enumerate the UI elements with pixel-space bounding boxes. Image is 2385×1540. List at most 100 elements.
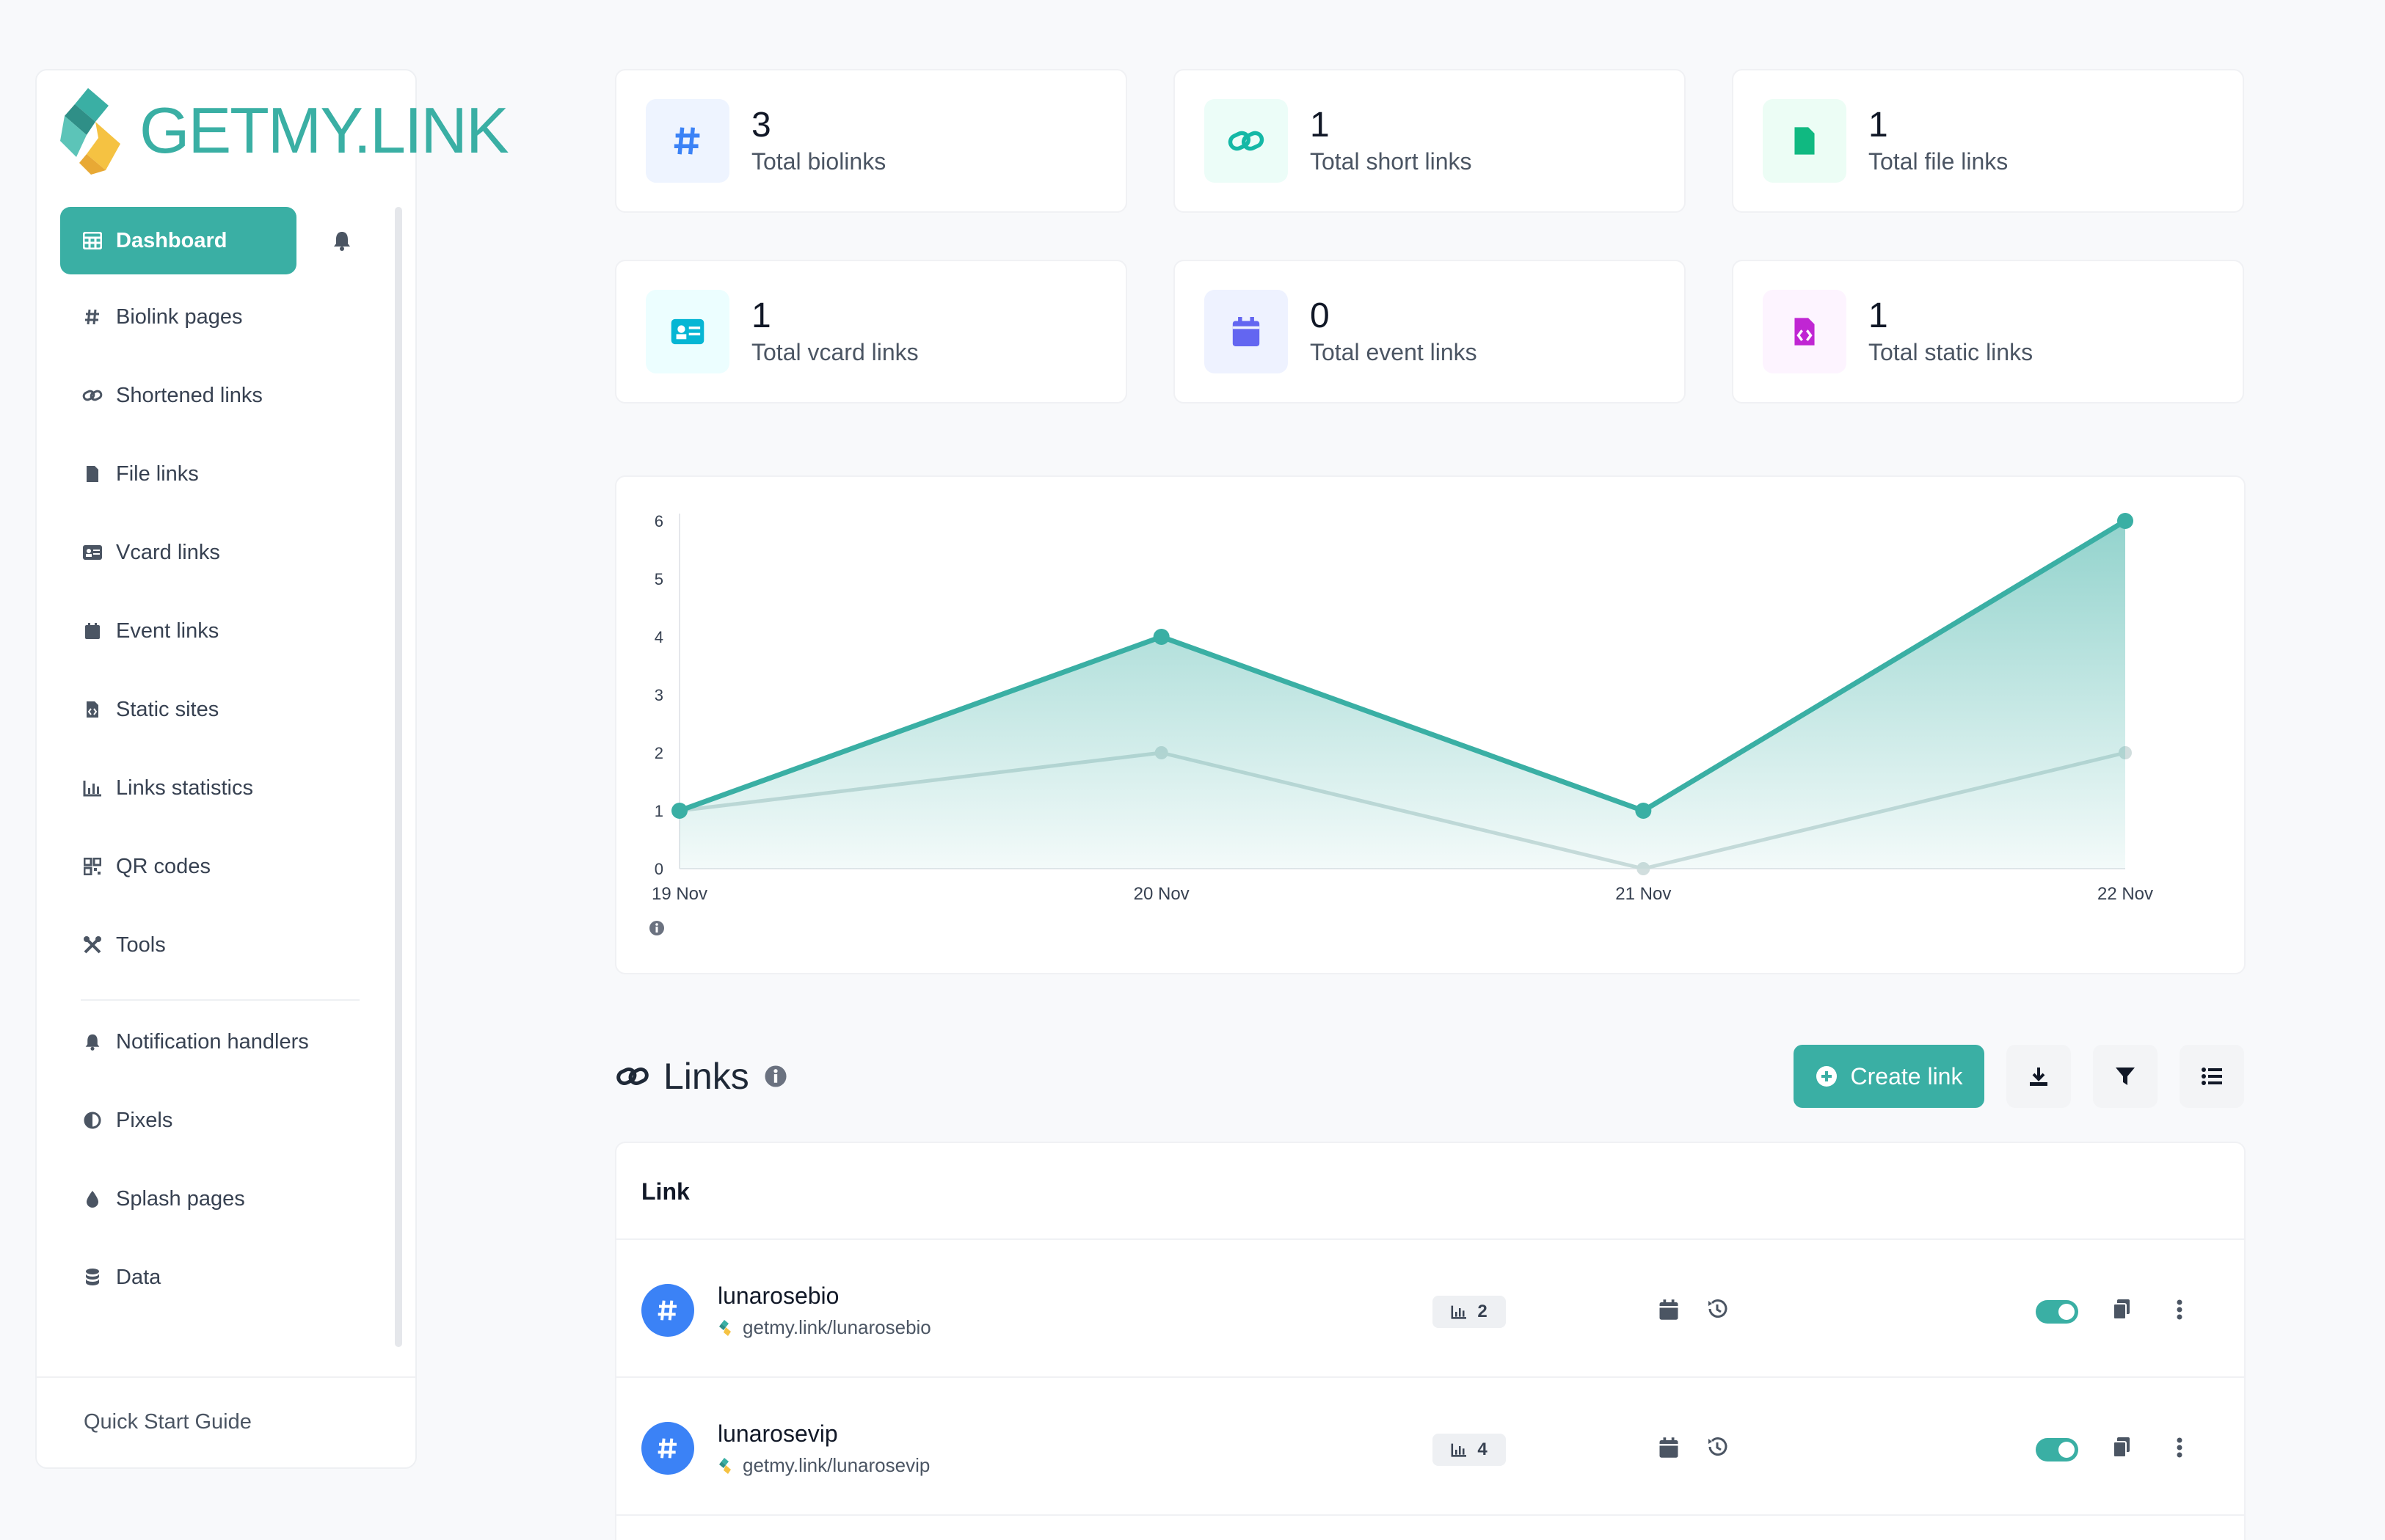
chart-icon [1451,1305,1467,1319]
sidebar-item-tools[interactable]: Tools [60,911,361,979]
chart-icon [82,778,103,798]
data-point [1635,803,1652,819]
link-icon [616,1067,649,1086]
link-icon [1228,131,1264,151]
sidebar-item-links-statistics[interactable]: Links statistics [60,754,361,822]
stat-value: 1 [1868,296,1888,336]
link-history-button[interactable] [1705,1435,1729,1459]
info-icon [649,921,664,935]
database-icon [82,1267,103,1288]
sidebar-item-label: Pixels [116,1108,173,1132]
stat-card-biolinks[interactable]: 3 Total biolinks [615,69,1127,213]
more-options-button[interactable] [2175,1299,2184,1321]
calendar-icon [1659,1437,1678,1458]
sidebar-item-pixels[interactable]: Pixels [60,1087,361,1154]
sidebar-item-splash-pages[interactable]: Splash pages [60,1165,361,1233]
sidebar-item-dashboard[interactable]: Dashboard [60,207,296,274]
more-options-button[interactable] [2175,1437,2184,1459]
link-url[interactable]: getmy.link/lunarosevip [718,1454,930,1477]
quick-start-guide-link[interactable]: Quick Start Guide [84,1410,252,1434]
more-vertical-icon [2177,1437,2182,1458]
copy-icon [2113,1299,2130,1320]
y-tick-label: 6 [655,512,663,530]
sidebar-item-label: Links statistics [116,776,253,800]
links-info-button[interactable] [764,1065,787,1088]
y-tick-label: 0 [655,860,663,878]
sidebar-nav: Dashboard Biolink pages Shortened links … [37,207,404,1444]
create-link-button[interactable]: Create link [1794,1045,1984,1108]
stat-card-short-links[interactable]: 1 Total short links [1173,69,1686,213]
sidebar-item-static-sites[interactable]: Static sites [60,676,361,743]
line-chart[interactable]: 0 1 2 3 4 5 6 19 Nov 20 Nov 21 Nov 22 Nov [616,477,2247,976]
sidebar-item-notification-handlers[interactable]: Notification handlers [60,1008,361,1076]
x-tick-label: 21 Nov [1615,884,1671,904]
stat-value: 1 [1868,106,1888,145]
list-view-button[interactable] [2180,1045,2244,1108]
stat-icon-bg [1763,290,1846,373]
stat-label: Total biolinks [751,147,886,175]
stat-card-static-links[interactable]: 1 Total static links [1732,260,2244,404]
link-name[interactable]: lunarosevip [718,1420,838,1448]
x-tick-label: 20 Nov [1134,884,1190,904]
link-stats-badge[interactable]: 4 [1432,1434,1506,1466]
sidebar-item-qr-codes[interactable]: QR codes [60,833,361,900]
sidebar-item-data[interactable]: Data [60,1244,361,1311]
biolink-avatar [641,1284,694,1337]
link-enabled-toggle[interactable] [2036,1300,2078,1324]
stat-card-event-links[interactable]: 0 Total event links [1173,260,1686,404]
sidebar-item-label: Static sites [116,697,219,721]
stat-label: Total file links [1868,147,2009,175]
link-url-text: getmy.link/lunarosevip [743,1454,931,1476]
y-tick-label: 5 [655,570,663,588]
notifications-button[interactable] [326,225,358,257]
sidebar-scrollbar[interactable] [395,207,402,1347]
x-tick-label: 22 Nov [2097,884,2153,904]
copy-link-button[interactable] [2112,1299,2131,1321]
stat-value: 3 [751,106,771,145]
sidebar-item-label: Data [116,1265,161,1289]
calendar-icon [1232,317,1260,346]
download-button[interactable] [2006,1045,2071,1108]
id-card-icon [82,542,103,563]
sidebar-item-vcard-links[interactable]: Vcard links [60,519,361,586]
sidebar-item-biolink-pages[interactable]: Biolink pages [60,283,361,351]
stat-card-vcard-links[interactable]: 1 Total vcard links [615,260,1127,404]
nav-active-row: Dashboard [60,207,358,274]
link-clicks: 2 [1477,1302,1488,1321]
link-enabled-toggle[interactable] [2036,1438,2078,1461]
bell-icon [82,1032,103,1052]
table-row[interactable]: lunarosebio getmy.link/lunarosebio 2 [616,1240,2244,1376]
create-link-label: Create link [1850,1062,1963,1090]
logo-mark-icon [60,88,120,175]
sidebar-item-shortened-links[interactable]: Shortened links [60,362,361,429]
link-history-button[interactable] [1705,1297,1729,1321]
sidebar-item-file-links[interactable]: File links [60,440,361,508]
tools-icon [82,935,103,955]
sidebar-divider [81,999,360,1001]
links-heading: Links [663,1056,749,1097]
stat-icon-bg [1763,99,1846,183]
list-icon [2202,1068,2222,1085]
link-stats-badge[interactable]: 2 [1432,1296,1506,1328]
sidebar-item-label: Notification handlers [116,1029,309,1054]
link-name[interactable]: lunarosebio [718,1282,839,1310]
filter-icon [2116,1068,2135,1085]
stat-icon-bg [646,290,729,373]
data-point [671,803,688,819]
brand-logo[interactable]: GETMY.LINK [57,84,509,178]
link-schedule-button[interactable] [1658,1299,1679,1321]
link-url[interactable]: getmy.link/lunarosebio [718,1316,931,1339]
hashtag-icon [82,307,103,327]
stat-card-file-links[interactable]: 1 Total file links [1732,69,2244,213]
link-schedule-button[interactable] [1658,1437,1679,1459]
plus-circle-icon [1816,1065,1838,1087]
biolink-avatar [641,1422,694,1475]
hashtag-icon [658,1300,677,1321]
stat-label: Total event links [1310,338,1477,365]
table-row[interactable]: lunarosevip getmy.link/lunarosevip 4 [616,1378,2244,1514]
filter-button[interactable] [2093,1045,2158,1108]
more-vertical-icon [2177,1299,2182,1320]
sidebar-item-event-links[interactable]: Event links [60,597,361,665]
links-header: Links Create link [615,1045,2246,1108]
copy-link-button[interactable] [2112,1437,2131,1459]
